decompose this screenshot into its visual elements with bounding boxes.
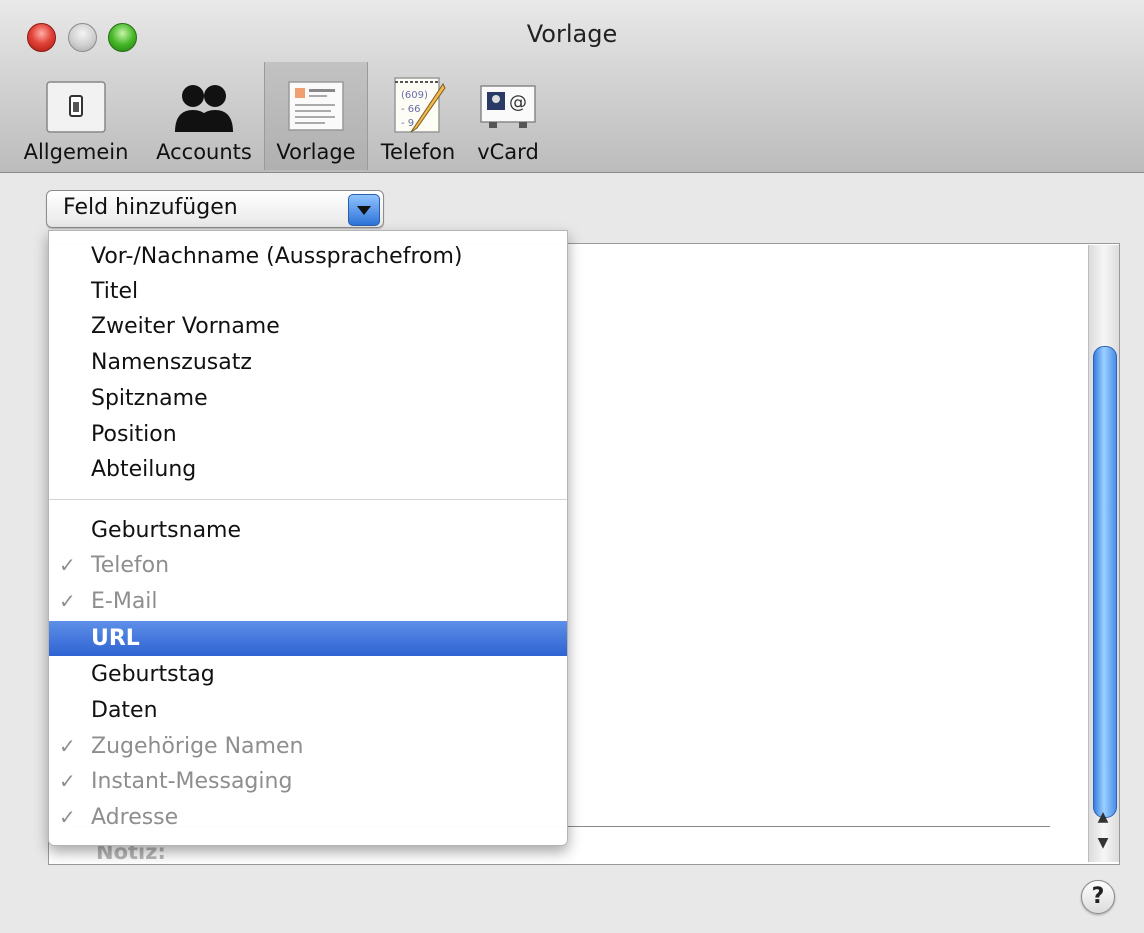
toolbar-label: Accounts — [156, 140, 252, 164]
menu-item-telefon: ✓ Telefon — [59, 553, 170, 578]
toolbar-label: vCard — [477, 140, 539, 164]
menu-item-email: ✓ E-Mail — [59, 589, 158, 614]
toolbar-item-telefon[interactable]: (609) - 66 - 9 Telefon — [372, 62, 464, 170]
add-field-label: Feld hinzufügen — [63, 195, 238, 220]
menu-item-daten[interactable]: Daten — [49, 693, 567, 728]
menu-item-abteilung[interactable]: Abteilung — [49, 452, 567, 487]
menu-item-position[interactable]: Position — [49, 417, 567, 452]
svg-text:- 66: - 66 — [401, 104, 421, 115]
svg-text:(609): (609) — [401, 90, 428, 101]
toolbar-label: Allgemein — [23, 140, 129, 164]
menu-item-geburtsname[interactable]: Geburtsname — [49, 513, 567, 548]
add-field-popup[interactable]: Feld hinzufügen — [46, 190, 384, 228]
toolbar-item-vorlage[interactable]: Vorlage — [264, 62, 368, 170]
scrollbar-thumb[interactable] — [1093, 346, 1117, 818]
checkmark-icon: ✓ — [59, 589, 76, 613]
toolbar-item-allgemein[interactable]: Allgemein — [6, 62, 146, 170]
menu-item-namenszusatz[interactable]: Namenszusatz — [49, 345, 567, 380]
menu-item-instant-messaging: ✓ Instant-Messaging — [59, 769, 293, 794]
checkmark-icon: ✓ — [59, 769, 76, 793]
menu-item-url[interactable]: URL — [49, 621, 567, 656]
svg-text:- 9: - 9 — [401, 118, 414, 129]
card-template-icon — [288, 81, 344, 131]
users-icon — [175, 85, 233, 132]
checkmark-icon: ✓ — [59, 734, 76, 758]
scroll-down-arrow-icon[interactable]: ▼ — [1089, 832, 1117, 854]
svg-text:@: @ — [509, 92, 527, 113]
menu-item-titel[interactable]: Titel — [49, 274, 567, 309]
menu-separator — [49, 499, 567, 500]
window-title: Vorlage — [526, 20, 618, 48]
chevron-down-icon — [348, 194, 380, 226]
checkmark-icon: ✓ — [59, 805, 76, 829]
toolbar-item-vcard[interactable]: @ vCard — [468, 62, 548, 170]
add-field-menu: Vor-/Nachname (Aussprachefrom) Titel Zwe… — [48, 230, 568, 846]
menu-item-pronunciation-name[interactable]: Vor-/Nachname (Aussprachefrom) — [49, 239, 567, 274]
menu-item-zugehoerige-namen: ✓ Zugehörige Namen — [59, 734, 304, 759]
toolbar-label: Telefon — [380, 140, 456, 164]
menu-item-adresse: ✓ Adresse — [59, 805, 179, 830]
checkmark-icon: ✓ — [59, 553, 76, 577]
vcard-icon: @ — [480, 85, 536, 128]
switch-icon — [46, 81, 106, 133]
menu-item-zweiter-vorname[interactable]: Zweiter Vorname — [49, 309, 567, 344]
title-toolbar: Vorlage Allgemein Accounts Vorlage (609)… — [0, 0, 1144, 173]
preferences-window: Vorlage Allgemein Accounts Vorlage (609)… — [0, 0, 1144, 933]
toolbar-item-accounts[interactable]: Accounts — [150, 62, 258, 170]
menu-item-spitzname[interactable]: Spitzname — [49, 381, 567, 416]
help-button[interactable]: ? — [1081, 880, 1115, 914]
phone-notepad-icon: (609) - 66 - 9 — [394, 77, 446, 133]
menu-item-geburtstag[interactable]: Geburtstag — [49, 657, 567, 692]
scroll-up-arrow-icon[interactable]: ▲ — [1089, 806, 1117, 828]
toolbar-label: Vorlage — [276, 140, 356, 164]
